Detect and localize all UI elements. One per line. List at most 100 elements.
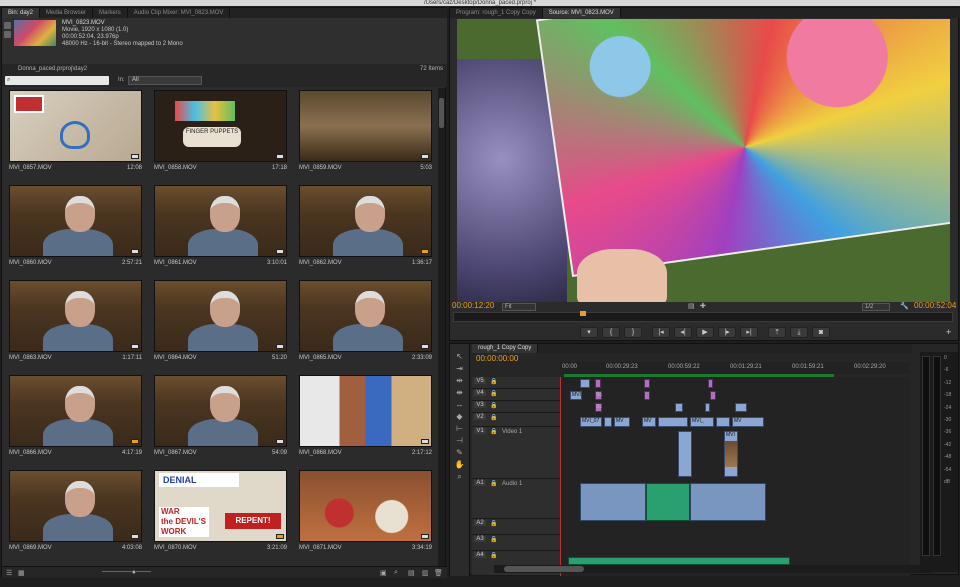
tab-program[interactable]: Program: rough_1 Copy Copy	[450, 8, 543, 18]
timeline-timecode[interactable]: 00:00:00:00	[476, 354, 518, 363]
nested-clip[interactable]	[644, 391, 650, 400]
clip-thumbnail-item[interactable]: MVI_0868.MOV 2:17:12	[294, 373, 436, 468]
track-label[interactable]: A4	[474, 552, 486, 558]
lock-icon[interactable]: 🔒	[490, 402, 497, 409]
safe-margins-icon[interactable]: ▤	[688, 302, 695, 310]
lock-icon[interactable]: 🔒	[490, 378, 497, 385]
timeline-clip[interactable]	[658, 417, 688, 427]
audio-clip-selected[interactable]	[646, 483, 690, 521]
lift-button[interactable]: ⤒	[768, 327, 786, 338]
lock-icon[interactable]: 🔒	[490, 414, 497, 421]
clip-thumbnail-item[interactable]: MVI_0865.MOV 2:33:09	[294, 278, 436, 373]
lock-icon[interactable]: 🔒	[490, 428, 497, 435]
track-header-a3[interactable]: A3 🔒	[472, 535, 560, 551]
step-back-button[interactable]: ◂|	[674, 327, 692, 338]
poster-frame-icon[interactable]	[4, 22, 11, 29]
lock-icon[interactable]: 🔒	[490, 536, 497, 543]
clip-thumbnail[interactable]	[299, 90, 432, 162]
go-to-in-button[interactable]: |◂	[652, 327, 670, 338]
audio-clip[interactable]	[580, 483, 646, 521]
clip-thumbnail-item[interactable]: MVI_0857.MOV 12:08	[4, 88, 148, 183]
nested-clip[interactable]	[710, 391, 716, 400]
nested-clip[interactable]	[708, 379, 713, 388]
track-header-a1[interactable]: A1 🔒 Audio 1	[472, 479, 560, 519]
track-header-v5[interactable]: V5 🔒	[472, 377, 560, 389]
track-header-v3[interactable]: V3 🔒	[472, 401, 560, 413]
timeline-ruler[interactable]: 00:00 00:00:29:23 00:00:59:22 00:01:29:2…	[560, 362, 910, 374]
clip-thumbnail[interactable]	[9, 470, 142, 542]
timeline-clip[interactable]	[675, 403, 683, 412]
monitor-time-ruler[interactable]	[453, 311, 953, 322]
clip-thumbnail-item[interactable]: MVI_0863.MOV 1:17:11	[4, 278, 148, 373]
timeline-clip[interactable]	[604, 417, 612, 427]
timeline-clip[interactable]: MVI	[724, 431, 738, 477]
timeline-clip[interactable]: MV	[732, 417, 764, 427]
timeline-clip[interactable]	[716, 417, 730, 427]
timeline-clip[interactable]: MVI_07	[580, 417, 602, 427]
timeline-clip[interactable]: MV	[614, 417, 630, 427]
clip-thumbnail[interactable]	[299, 280, 432, 352]
clip-thumbnail[interactable]	[154, 185, 287, 257]
clip-thumbnail-item[interactable]: FINGER PUPPETS MVI_0858.MOV 17:18	[149, 88, 293, 183]
track-label[interactable]: A2	[474, 520, 486, 526]
playhead-timecode[interactable]: 00:00:12:20	[452, 301, 494, 310]
tab-source[interactable]: Source: MVI_0823.MOV	[542, 8, 621, 18]
clip-thumbnail-item[interactable]: DENIAL WAR the DEVIL'S WORK REPENT! MVI_0870.…	[149, 468, 293, 563]
track-label[interactable]: V2	[474, 414, 486, 420]
clip-thumbnail[interactable]	[154, 375, 287, 447]
clip-thumbnail-item[interactable]: MVI_0864.MOV 51:20	[149, 278, 293, 373]
list-view-icon[interactable]: ☰	[6, 569, 12, 577]
extract-button[interactable]: ⤓	[790, 327, 808, 338]
clip-thumbnail-item[interactable]: MVI_0867.MOV 54:09	[149, 373, 293, 468]
clip-thumbnail[interactable]	[9, 375, 142, 447]
timeline-clip[interactable]	[705, 403, 710, 412]
clip-thumbnail[interactable]	[299, 375, 432, 447]
track-label[interactable]: V3	[474, 402, 486, 408]
timeline-clip[interactable]: MVI_	[690, 417, 714, 427]
export-frame-button[interactable]: ◙	[812, 327, 830, 338]
tab-audio-clip-mixer[interactable]: Audio Clip Mixer: MVI_0823.MOV	[128, 8, 231, 18]
nested-clip[interactable]: Sc	[595, 403, 602, 412]
clip-thumbnail[interactable]: DENIAL WAR the DEVIL'S WORK REPENT!	[154, 470, 287, 542]
selection-tool-icon[interactable]: ↖	[454, 352, 465, 361]
track-select-tool-icon[interactable]: ⇥	[454, 364, 465, 373]
ripple-edit-tool-icon[interactable]: ⇹	[454, 376, 465, 385]
add-button-icon[interactable]: +	[946, 327, 951, 337]
lock-icon[interactable]: 🔒	[490, 390, 497, 397]
scroll-thumb[interactable]	[504, 566, 584, 572]
add-marker-button[interactable]: ▾	[580, 327, 598, 338]
pen-tool-icon[interactable]: ✎	[454, 448, 465, 457]
timeline-scrollbar[interactable]	[494, 565, 934, 573]
clip-thumbnail[interactable]	[299, 185, 432, 257]
nested-clip[interactable]: Sc	[595, 391, 602, 400]
clip-thumbnail-item[interactable]: MVI_0861.MOV 3:10:01	[149, 183, 293, 278]
track-label[interactable]: A3	[474, 536, 486, 542]
ruler-icon[interactable]: ✚	[700, 302, 706, 310]
clip-thumbnail[interactable]	[154, 280, 287, 352]
monitor-playhead[interactable]	[580, 311, 586, 316]
track-label[interactable]: A1	[474, 480, 486, 486]
slip-tool-icon[interactable]: ⊢	[454, 424, 465, 433]
rolling-edit-tool-icon[interactable]: ⇼	[454, 388, 465, 397]
new-bin-icon[interactable]: ▣	[380, 569, 387, 577]
step-forward-button[interactable]: |▸	[718, 327, 736, 338]
timeline-clip[interactable]: MV	[642, 417, 656, 427]
track-header-v2[interactable]: V2 🔒	[472, 413, 560, 427]
nested-clip[interactable]	[595, 379, 601, 388]
track-area[interactable]: MVI Sc Sc MVI_07 MV MV MVI_ MV MVI	[560, 377, 910, 576]
play-preview-icon[interactable]	[4, 31, 11, 38]
zoom-dropdown[interactable]: Fit	[502, 303, 536, 311]
mark-in-button[interactable]: {	[602, 327, 620, 338]
play-button[interactable]: ▶	[696, 327, 714, 338]
audio-clip[interactable]	[690, 483, 766, 521]
tab-markers[interactable]: Markers	[93, 8, 128, 18]
clip-thumbnail-item[interactable]: MVI_0859.MOV 5:03	[294, 88, 436, 183]
hand-tool-icon[interactable]: ✋	[454, 460, 465, 469]
lock-icon[interactable]: 🔒	[490, 480, 497, 487]
trash-icon[interactable]: 🗑	[434, 569, 443, 577]
icon-view-icon[interactable]: ▦	[18, 569, 25, 577]
filter-dropdown[interactable]: All	[128, 76, 202, 85]
zoom-slider[interactable]: ──────●───	[102, 569, 151, 576]
tab-bin-day2[interactable]: Bin: day2	[2, 8, 41, 18]
scroll-thumb[interactable]	[439, 98, 444, 128]
